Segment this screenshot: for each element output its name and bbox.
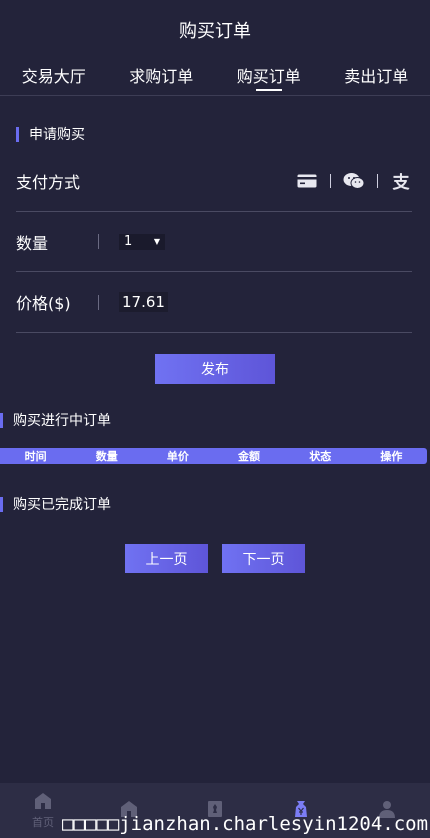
icon-divider	[377, 173, 378, 188]
payment-method-label: 支付方式	[16, 172, 81, 192]
column-header: 状态	[309, 450, 332, 463]
column-header: 操作	[380, 450, 403, 463]
tab-sell-orders[interactable]: 卖出订单	[344, 63, 408, 93]
field-divider	[98, 294, 99, 310]
nav-item-label: 首页	[32, 816, 54, 829]
price-row: 价格($) 17.61	[16, 272, 412, 333]
ongoing-section-title: 购买进行中订单	[0, 410, 430, 430]
payment-icons: 支	[296, 172, 412, 193]
orders-table-header: 时间 数量 单价 金额 状态 操作	[0, 448, 427, 464]
column-header: 数量	[95, 450, 118, 463]
tab-trading-hall[interactable]: 交易大厅	[22, 63, 86, 93]
section-marker	[16, 126, 19, 142]
publish-button[interactable]: 发布	[155, 354, 275, 384]
tab-purchase-orders[interactable]: 购买订单	[237, 63, 301, 93]
page-title: 购买订单	[179, 21, 251, 42]
pagination: 上一页 下一页	[0, 544, 430, 573]
next-page-button[interactable]: 下一页	[222, 544, 305, 573]
quantity-label: 数量	[16, 233, 49, 253]
payment-method-row: 支付方式 支	[16, 150, 412, 212]
column-header: 金额	[238, 450, 261, 463]
app-header: 购买订单	[0, 0, 430, 60]
quantity-value: 1	[124, 234, 133, 249]
caret-down-icon: ▼	[153, 237, 160, 246]
section-marker	[0, 496, 3, 512]
quantity-select[interactable]: 1 ▼	[119, 233, 165, 250]
column-header: 时间	[24, 450, 47, 463]
apply-title-text: 申请购买	[29, 127, 85, 143]
alipay-icon[interactable]: 支	[390, 172, 412, 193]
section-marker	[0, 412, 3, 428]
home-icon	[35, 793, 51, 809]
prev-page-button[interactable]: 上一页	[125, 544, 208, 573]
icon-divider	[330, 173, 331, 188]
price-input[interactable]: 17.61	[119, 292, 168, 312]
card-icon[interactable]	[296, 172, 318, 190]
ongoing-title-text: 购买进行中订单	[13, 413, 111, 429]
watermark-text: □□□□□jianzhan.charlesyin1204.com	[62, 813, 429, 835]
tab-bar: 交易大厅 求购订单 购买订单 卖出订单	[0, 60, 430, 96]
column-header: 单价	[166, 450, 189, 463]
tab-buy-requests[interactable]: 求购订单	[129, 63, 193, 93]
quantity-row: 数量 1 ▼	[16, 212, 412, 272]
field-divider	[98, 234, 99, 249]
wechat-icon[interactable]	[343, 172, 365, 190]
price-label: 价格($)	[16, 294, 71, 313]
completed-title-text: 购买已完成订单	[13, 497, 111, 513]
completed-section-title: 购买已完成订单	[0, 494, 430, 514]
apply-section-title: 申请购买	[16, 124, 430, 144]
